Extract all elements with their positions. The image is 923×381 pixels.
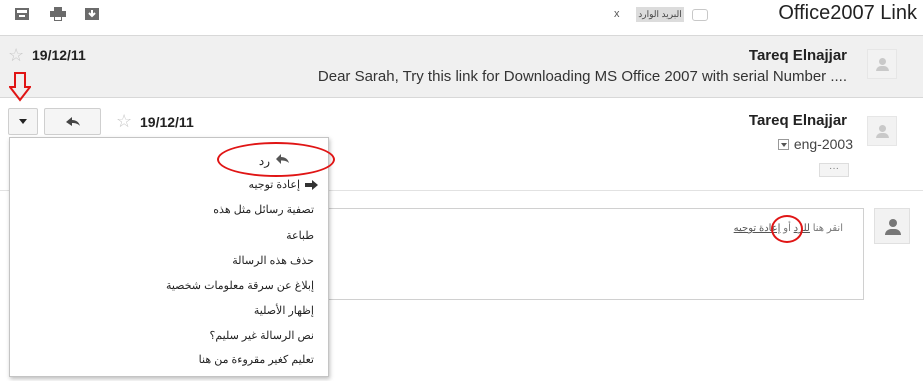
message-sender: Tareq Elnajjar: [748, 112, 847, 129]
recipient-name: eng-2003: [793, 136, 853, 152]
red-annotation-circle: [217, 142, 335, 177]
reply-prompt-prefix: انقر هنا: [812, 223, 843, 234]
reply-button[interactable]: [44, 108, 101, 135]
chevron-down-icon[interactable]: [777, 139, 789, 150]
inbox-label[interactable]: البريد الوارد: [636, 7, 684, 22]
menu-item-delete[interactable]: حذف هذه الرسالة: [232, 254, 314, 268]
menu-item-mark-unread[interactable]: تعليم كغير مقروءة من هنا: [199, 353, 314, 367]
menu-item-message-text-garbled[interactable]: نص الرسالة غير سليم؟: [210, 329, 314, 343]
message-sender: Tareq Elnajjar: [748, 47, 847, 64]
archive-icon[interactable]: [14, 7, 30, 21]
forward-arrow-icon: [305, 180, 318, 190]
message-date: 19/12/11: [140, 114, 194, 130]
star-icon[interactable]: ☆: [8, 46, 24, 64]
message-collapsed[interactable]: ☆ 19/12/11 Tareq Elnajjar Dear Sarah, Tr…: [0, 35, 923, 98]
print-icon[interactable]: [50, 7, 66, 21]
menu-item-filter[interactable]: تصفية رسائل مثل هذه: [213, 203, 314, 217]
remove-label-button[interactable]: x: [614, 7, 620, 22]
red-annotation-arrow: [9, 72, 31, 102]
show-trimmed-content-button[interactable]: ···: [819, 163, 849, 177]
thread-subject: Office2007 Link: [778, 2, 917, 24]
red-annotation-circle: [771, 215, 803, 243]
menu-item-forward[interactable]: إعادة توجيه: [249, 178, 300, 192]
star-icon[interactable]: ☆: [116, 112, 132, 130]
recipient-line[interactable]: eng-2003: [777, 136, 853, 152]
reply-arrow-icon: [66, 117, 80, 126]
message-date: 19/12/11: [32, 47, 86, 63]
menu-item-print[interactable]: طباعة: [286, 229, 314, 243]
important-marker[interactable]: [692, 9, 708, 21]
more-actions-dropdown-button[interactable]: [8, 108, 38, 135]
menu-item-report-phishing[interactable]: إبلاغ عن سرقة معلومات شخصية: [166, 279, 314, 293]
user-avatar: [874, 208, 910, 244]
download-icon[interactable]: [84, 7, 100, 21]
menu-item-show-original[interactable]: إظهار الأصلية: [254, 304, 314, 318]
sender-avatar: [867, 116, 897, 146]
message-snippet: Dear Sarah, Try this link for Downloadin…: [317, 68, 847, 85]
sender-avatar: [867, 49, 897, 79]
